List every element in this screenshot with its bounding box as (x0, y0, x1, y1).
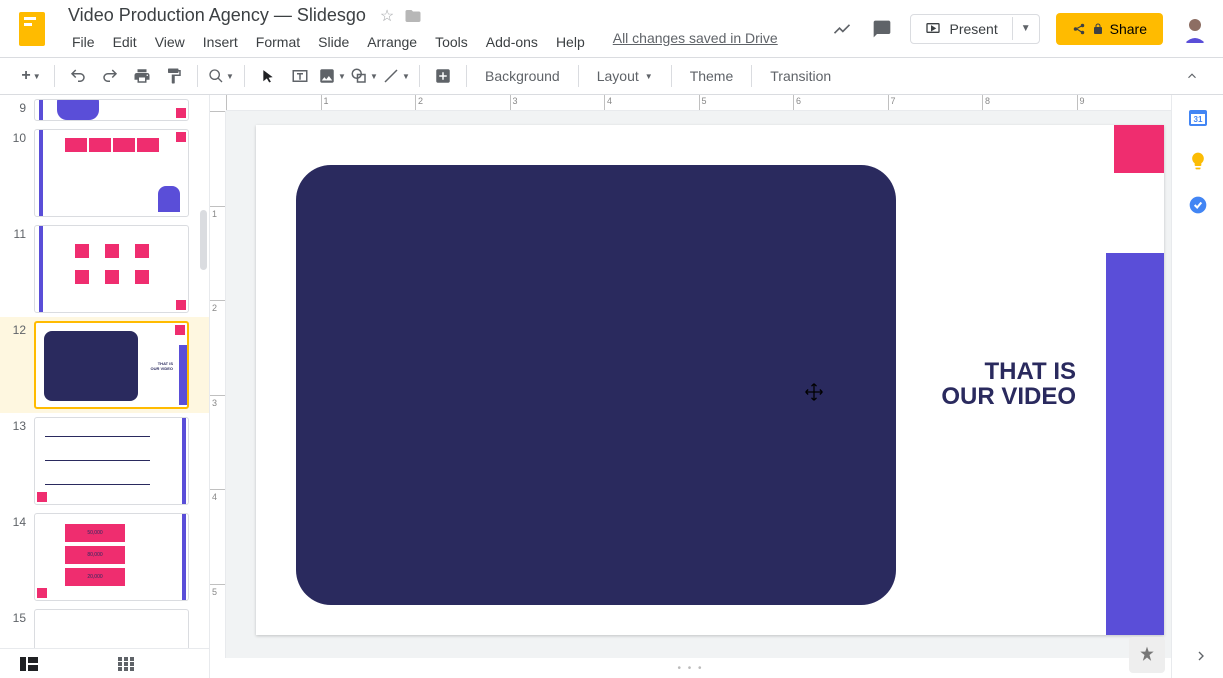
calendar-icon[interactable]: 31 (1188, 107, 1208, 127)
print-button[interactable] (127, 61, 157, 91)
menu-format[interactable]: Format (248, 30, 308, 54)
save-status[interactable]: All changes saved in Drive (613, 30, 778, 54)
slides-logo[interactable] (12, 9, 52, 49)
thumbnail-scrollbar[interactable] (200, 210, 207, 270)
share-button[interactable]: Share (1056, 13, 1163, 45)
star-icon[interactable]: ☆ (380, 6, 394, 26)
thumbnail-10[interactable] (34, 129, 189, 217)
side-panel: 31 (1171, 95, 1223, 678)
background-button[interactable]: Background (475, 62, 570, 90)
slide-purple-bar[interactable] (1106, 253, 1164, 635)
slide-title[interactable]: THAT IS OUR VIDEO (941, 359, 1076, 409)
textbox-tool[interactable] (285, 61, 315, 91)
thumbnail-14[interactable]: 50,000 80,000 20,000 (34, 513, 189, 601)
share-label: Share (1110, 21, 1147, 37)
new-slide-button[interactable]: +▼ (16, 61, 46, 91)
layout-button[interactable]: Layout▼ (587, 62, 663, 90)
theme-button[interactable]: Theme (680, 62, 744, 90)
menu-addons[interactable]: Add-ons (478, 30, 546, 54)
menu-file[interactable]: File (64, 30, 103, 54)
grip-icon: • • • (677, 663, 703, 674)
redo-button[interactable] (95, 61, 125, 91)
title-area: Video Production Agency — Slidesgo ☆ Fil… (64, 3, 830, 54)
canvas-area: 1 2 3 4 5 6 7 8 9 1 2 3 4 5 THAT IS (210, 95, 1171, 678)
main: 9 10 11 (0, 95, 1223, 678)
comments-icon[interactable] (870, 17, 894, 41)
tasks-icon[interactable] (1188, 195, 1208, 215)
add-comment-button[interactable] (428, 61, 458, 91)
ruler-horizontal: 1 2 3 4 5 6 7 8 9 (226, 95, 1171, 111)
transition-button[interactable]: Transition (760, 62, 841, 90)
menu-slide[interactable]: Slide (310, 30, 357, 54)
thumbnail-row-13[interactable]: 13 (0, 413, 209, 509)
canvas[interactable]: THAT IS OUR VIDEO (226, 111, 1171, 660)
thumbnail-row-10[interactable]: 10 (0, 125, 209, 221)
zoom-button[interactable]: ▼ (206, 61, 236, 91)
menu-tools[interactable]: Tools (427, 30, 476, 54)
thumbnail-panel: 9 10 11 (0, 95, 210, 678)
bottom-resize-strip[interactable]: • • • (210, 658, 1171, 678)
thumbnail-row-12[interactable]: 12 THAT ISOUR VIDEO (0, 317, 209, 413)
menu-arrange[interactable]: Arrange (359, 30, 425, 54)
thumbnail-row-9[interactable]: 9 (0, 95, 209, 125)
present-dropdown[interactable]: ▼ (1012, 17, 1039, 40)
keep-icon[interactable] (1188, 151, 1208, 171)
grid-view-icon[interactable] (118, 657, 136, 671)
menu-help[interactable]: Help (548, 30, 593, 54)
shape-tool[interactable]: ▼ (349, 61, 379, 91)
svg-text:31: 31 (1193, 115, 1202, 124)
move-cursor-icon (804, 382, 824, 402)
thumbnail-11[interactable] (34, 225, 189, 313)
menu-insert[interactable]: Insert (195, 30, 246, 54)
slide-pink-square[interactable] (1114, 125, 1164, 173)
paint-format-button[interactable] (159, 61, 189, 91)
explore-button[interactable] (1129, 637, 1165, 673)
line-tool[interactable]: ▼ (381, 61, 411, 91)
menubar: File Edit View Insert Format Slide Arran… (64, 30, 830, 54)
thumbnail-row-11[interactable]: 11 (0, 221, 209, 317)
thumbnail-row-14[interactable]: 14 50,000 80,000 20,000 (0, 509, 209, 605)
slide[interactable]: THAT IS OUR VIDEO (256, 125, 1164, 635)
ruler-vertical: 1 2 3 4 5 (210, 111, 226, 678)
image-tool[interactable]: ▼ (317, 61, 347, 91)
select-tool[interactable] (253, 61, 283, 91)
folder-icon[interactable] (404, 7, 422, 25)
thumbnail-13[interactable] (34, 417, 189, 505)
user-avatar[interactable] (1179, 13, 1211, 45)
header-actions: Present ▼ Share (830, 13, 1211, 45)
thumbnail-footer (0, 648, 210, 678)
menu-view[interactable]: View (147, 30, 193, 54)
document-title[interactable]: Video Production Agency — Slidesgo (64, 3, 370, 28)
present-label: Present (949, 21, 997, 37)
activity-icon[interactable] (830, 17, 854, 41)
menu-edit[interactable]: Edit (105, 30, 145, 54)
undo-button[interactable] (63, 61, 93, 91)
toolbar: +▼ ▼ ▼ ▼ ▼ Background Layout▼ Theme Tran… (0, 57, 1223, 95)
side-panel-toggle[interactable] (1193, 648, 1209, 664)
thumbnail-12[interactable]: THAT ISOUR VIDEO (34, 321, 189, 409)
header: Video Production Agency — Slidesgo ☆ Fil… (0, 0, 1223, 57)
thumbnail-9[interactable] (34, 99, 189, 121)
present-button[interactable]: Present ▼ (910, 14, 1039, 44)
collapse-toolbar-button[interactable] (1177, 61, 1207, 91)
filmstrip-view-icon[interactable] (20, 657, 38, 671)
